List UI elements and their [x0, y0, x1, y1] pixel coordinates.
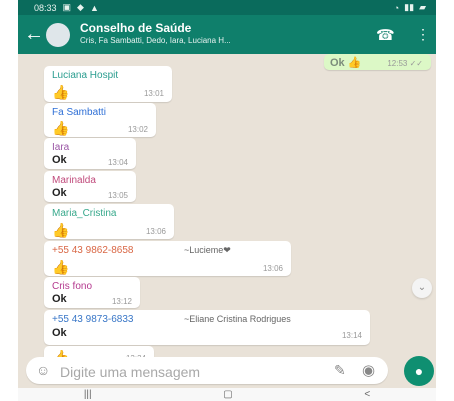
- message-bubble: Maria_Cristina 👍 13:06: [44, 204, 174, 239]
- thumbs-up-icon: 👍: [52, 84, 70, 100]
- message-sender: +55 43 9862-8658: [52, 245, 134, 256]
- warning-icon: ▲: [89, 2, 99, 13]
- message-time: 13:06: [145, 227, 166, 236]
- message-sender-note: ~Eliane Cristina Rodrigues: [184, 314, 291, 324]
- chat-title[interactable]: Conselho de Saúde: [80, 21, 191, 35]
- group-avatar[interactable]: [46, 23, 70, 47]
- message-composer[interactable]: ☺ ✎ ◉: [26, 357, 388, 384]
- add-call-icon[interactable]: ☎: [376, 26, 395, 44]
- phone-screen: 08:33 ▣ ◆ ▲ ◔ ▮▮ ▰ ← Conselho de Saúde C…: [18, 0, 436, 401]
- message-text: Ok: [52, 154, 67, 166]
- message-bubble: Iara Ok 13:04: [44, 138, 136, 169]
- more-vert-icon[interactable]: ⋮: [416, 26, 430, 43]
- message-sender: +55 43 9873-6833: [52, 314, 134, 325]
- thumbs-up-icon: 👍: [52, 259, 70, 275]
- home-icon[interactable]: ▢: [223, 389, 232, 400]
- outgoing-message: Ok 👍 12:53 ✓✓: [324, 54, 431, 70]
- message-time: 13:01: [143, 89, 164, 98]
- message-bubble: +55 43 9873-6833 ~Eliane Cristina Rodrig…: [44, 310, 370, 345]
- message-text: Ok: [52, 293, 67, 305]
- message-bubble: Fa Sambatti 👍 13:02: [44, 103, 156, 137]
- attach-icon[interactable]: ✎: [334, 362, 346, 379]
- mic-button[interactable]: ●: [404, 356, 434, 386]
- message-sender: Luciana Hospit: [52, 70, 119, 81]
- message-time: 13:06: [262, 264, 283, 273]
- back-arrow-icon[interactable]: ←: [24, 24, 44, 44]
- chat-subtitle[interactable]: Cris, Fa Sambatti, Dedo, Iara, Luciana H…: [80, 36, 350, 45]
- gallery-icon: ▣: [62, 2, 72, 12]
- navigation-bar: ||| ▢ <: [18, 388, 436, 401]
- outgoing-time: 12:53 ✓✓: [387, 59, 423, 68]
- chat-header: ← Conselho de Saúde Cris, Fa Sambatti, D…: [18, 15, 436, 54]
- wifi-icon: ◔: [393, 2, 400, 13]
- chat-area[interactable]: Ok 👍 12:53 ✓✓ Luciana Hospit 👍 13:01 Fa …: [18, 54, 436, 366]
- message-sender: Iara: [52, 142, 70, 153]
- thumbs-up-icon: 👍: [52, 120, 70, 136]
- message-text: Ok: [52, 187, 67, 199]
- message-time: 13:05: [107, 191, 128, 200]
- outgoing-text: Ok 👍: [330, 57, 362, 69]
- message-sender: Fa Sambatti: [52, 107, 106, 118]
- mic-icon: ●: [414, 363, 424, 379]
- back-icon[interactable]: <: [364, 389, 370, 400]
- message-time: 13:02: [127, 125, 148, 134]
- message-bubble: Cris fono Ok 13:12: [44, 277, 140, 308]
- message-bubble: Marinalda Ok 13:05: [44, 171, 136, 202]
- status-bar: 08:33 ▣ ◆ ▲ ◔ ▮▮ ▰: [18, 0, 436, 15]
- emoji-icon[interactable]: ☺: [36, 362, 50, 378]
- message-bubble: Luciana Hospit 👍 13:01: [44, 66, 172, 102]
- status-time: 08:33: [34, 2, 57, 13]
- recent-apps-icon[interactable]: |||: [84, 389, 92, 400]
- camera-icon[interactable]: ◉: [362, 361, 375, 379]
- message-text: Ok: [52, 327, 67, 339]
- message-time: 13:04: [107, 158, 128, 167]
- message-bubble: +55 43 9862-8658 ~Lucieme❤ 👍 13:06: [44, 241, 291, 276]
- message-time: 13:14: [341, 331, 362, 340]
- message-sender: Marinalda: [52, 175, 96, 186]
- thumbs-up-icon: 👍: [52, 222, 70, 238]
- battery-icon: ▰: [419, 2, 426, 12]
- message-sender-note: ~Lucieme❤: [184, 245, 231, 255]
- signal-icon: ▮▮: [404, 2, 415, 12]
- scroll-down-button[interactable]: ⌄: [412, 278, 432, 298]
- shield-icon: ◆: [77, 2, 84, 12]
- message-sender: Cris fono: [52, 281, 93, 292]
- message-input[interactable]: [58, 362, 312, 382]
- message-time: 13:12: [111, 297, 132, 306]
- message-sender: Maria_Cristina: [52, 208, 117, 219]
